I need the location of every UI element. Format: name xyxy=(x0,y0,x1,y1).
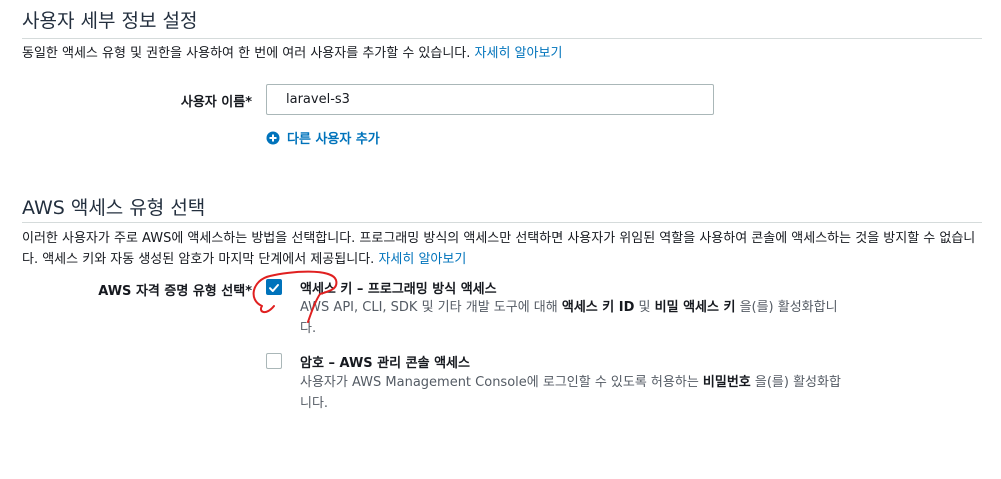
username-input[interactable]: laravel-s3 xyxy=(266,84,714,115)
plus-circle-icon xyxy=(266,131,280,144)
user-details-description-text: 동일한 액세스 유형 및 권한을 사용하여 한 번에 여러 사용자를 추가할 수… xyxy=(22,46,471,61)
checkmark-icon xyxy=(269,284,279,292)
secret-access-key-text: 비밀 액세스 키 xyxy=(654,300,736,315)
access-key-id-text: 액세스 키 ID xyxy=(561,300,635,315)
password-text: 비밀번호 xyxy=(702,375,751,390)
learn-more-link[interactable]: 자세히 알아보기 xyxy=(378,252,466,267)
credential-type-label: AWS 자격 증명 유형 선택* xyxy=(98,284,252,299)
access-key-desc-mid: 및 xyxy=(634,300,655,315)
add-another-user-label: 다른 사용자 추가 xyxy=(287,132,380,147)
access-key-option-title[interactable]: 액세스 키 – 프로그래밍 방식 액세스 xyxy=(300,278,497,297)
user-details-description: 동일한 액세스 유형 및 권한을 사용하여 한 번에 여러 사용자를 추가할 수… xyxy=(22,43,982,64)
access-type-heading: AWS 액세스 유형 선택 xyxy=(22,197,206,219)
access-key-desc-prefix: AWS API, CLI, SDK 및 기타 개발 도구에 대해 xyxy=(300,300,562,315)
console-password-checkbox[interactable] xyxy=(266,353,282,369)
add-another-user-button[interactable]: 다른 사용자 추가 xyxy=(266,128,380,147)
access-key-checkbox[interactable] xyxy=(266,279,282,295)
console-password-desc-prefix: 사용자가 AWS Management Console에 로그인할 수 있도록 … xyxy=(300,375,703,390)
access-type-description: 이러한 사용자가 주로 AWS에 액세스하는 방법을 선택합니다. 프로그래밍 … xyxy=(22,228,982,270)
console-password-option-title[interactable]: 암호 – AWS 관리 콘솔 액세스 xyxy=(300,352,470,371)
user-details-heading: 사용자 세부 정보 설정 xyxy=(22,10,198,32)
section-divider xyxy=(22,222,982,223)
access-type-description-text: 이러한 사용자가 주로 AWS에 액세스하는 방법을 선택합니다. 프로그래밍 … xyxy=(22,231,976,267)
learn-more-link[interactable]: 자세히 알아보기 xyxy=(475,46,563,61)
username-label: 사용자 이름* xyxy=(180,95,252,110)
console-password-option-description: 사용자가 AWS Management Console에 로그인할 수 있도록 … xyxy=(300,372,845,414)
access-key-option-description: AWS API, CLI, SDK 및 기타 개발 도구에 대해 액세스 키 I… xyxy=(300,297,850,339)
section-divider xyxy=(22,38,982,39)
